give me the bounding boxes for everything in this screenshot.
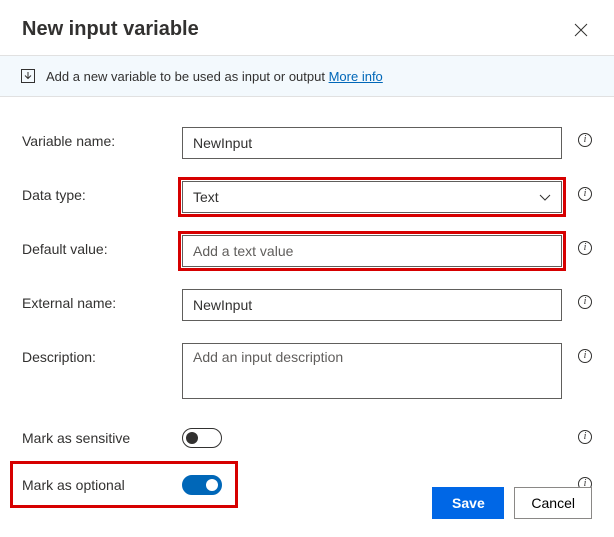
chevron-down-icon (539, 194, 551, 202)
mark-sensitive-label: Mark as sensitive (22, 424, 182, 446)
info-icon[interactable]: i (578, 349, 592, 363)
info-icon[interactable]: i (578, 133, 592, 147)
data-type-value: Text (193, 189, 219, 205)
external-name-label: External name: (22, 289, 182, 311)
info-icon[interactable]: i (578, 295, 592, 309)
mark-optional-toggle[interactable] (182, 475, 222, 495)
close-button[interactable] (570, 19, 592, 41)
more-info-link[interactable]: More info (329, 69, 383, 84)
info-icon[interactable]: i (578, 241, 592, 255)
default-value-label: Default value: (22, 235, 182, 257)
data-type-label: Data type: (22, 181, 182, 203)
default-value-input[interactable] (182, 235, 562, 267)
description-label: Description: (22, 343, 182, 365)
mark-sensitive-toggle[interactable] (182, 428, 222, 448)
mark-optional-label: Mark as optional (22, 471, 182, 493)
data-type-select[interactable]: Text (182, 181, 562, 213)
info-banner: Add a new variable to be used as input o… (0, 55, 614, 97)
download-icon (20, 68, 36, 84)
external-name-input[interactable] (182, 289, 562, 321)
save-button[interactable]: Save (432, 487, 504, 519)
cancel-button[interactable]: Cancel (514, 487, 592, 519)
description-input[interactable] (182, 343, 562, 399)
banner-text: Add a new variable to be used as input o… (46, 69, 325, 84)
info-icon[interactable]: i (578, 187, 592, 201)
close-icon (574, 23, 588, 37)
info-icon[interactable]: i (578, 430, 592, 444)
variable-name-label: Variable name: (22, 127, 182, 149)
dialog-title: New input variable (22, 18, 199, 41)
variable-name-input[interactable] (182, 127, 562, 159)
